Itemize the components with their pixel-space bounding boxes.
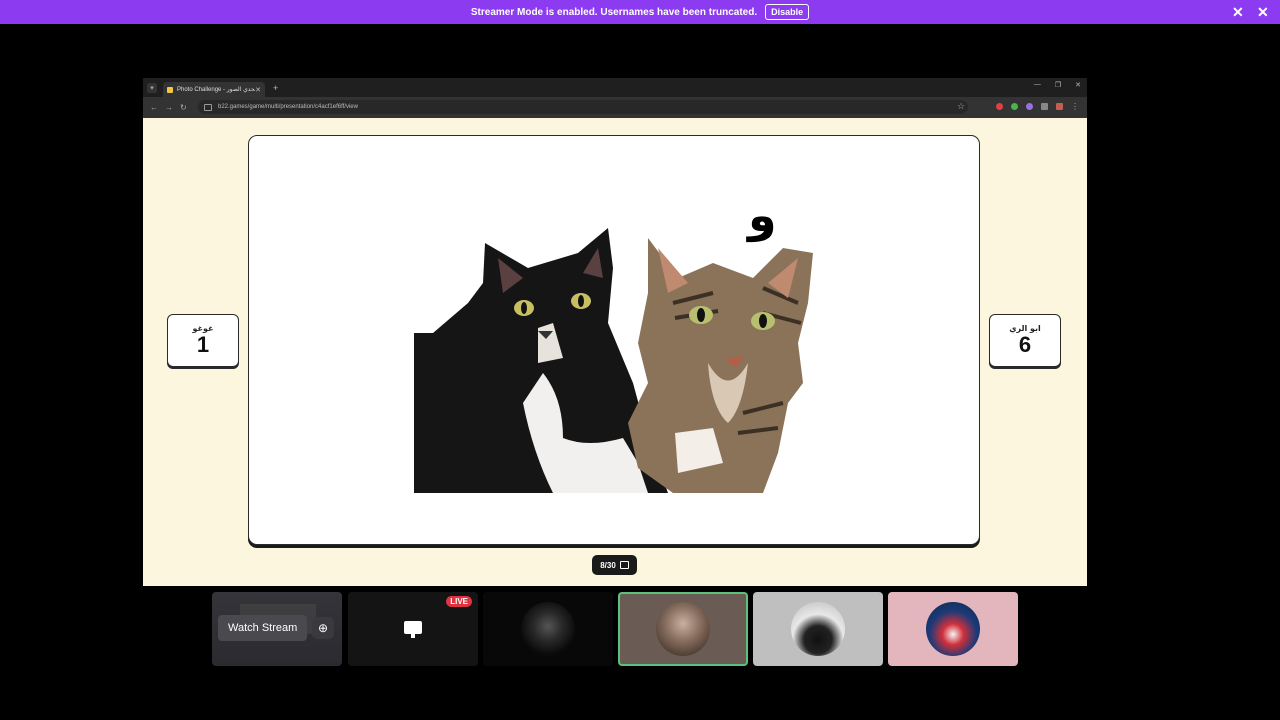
menu-icon[interactable]: ⋮ — [1071, 102, 1079, 111]
watch-stream-button[interactable]: Watch Stream — [218, 615, 308, 641]
bookmark-star-icon[interactable]: ☆ — [957, 101, 965, 112]
browser-tab[interactable]: Photo Challenge - تحدي الصور ✕ — [163, 82, 265, 97]
tab-search-icon[interactable]: ▾ — [147, 82, 157, 93]
back-icon[interactable]: ← — [150, 103, 158, 112]
close-icon[interactable]: ✕ — [1232, 4, 1244, 20]
live-badge: LIVE — [446, 596, 472, 607]
browser-window: ▾ Photo Challenge - تحدي الصور ✕ + — ❐ ✕… — [143, 78, 1087, 586]
player-score: 6 — [1018, 332, 1032, 357]
url-text: b22.games/game/multi/presentation/c4acf1… — [218, 104, 358, 110]
address-bar: ← → ↻ b22.games/game/multi/presentation/… — [143, 97, 1087, 118]
extension-icon[interactable] — [1011, 103, 1018, 110]
screen-share-icon — [404, 621, 422, 634]
disable-button[interactable]: Disable — [765, 4, 810, 20]
image-icon — [619, 561, 629, 569]
avatar — [926, 602, 980, 656]
speaking-participant-tile[interactable] — [618, 592, 748, 666]
counter-text: 8/30 — [600, 560, 616, 570]
participant-tile[interactable] — [888, 592, 1018, 666]
participant-tile[interactable] — [753, 592, 883, 666]
extension-icon[interactable] — [1026, 103, 1033, 110]
add-stream-icon[interactable]: ⊕ — [312, 617, 334, 639]
avatar — [521, 602, 575, 656]
new-tab-icon[interactable]: + — [273, 83, 278, 93]
round-counter: 8/30 — [592, 555, 637, 575]
minimize-icon[interactable]: — — [1034, 81, 1041, 89]
streamer-mode-banner: Streamer Mode is enabled. Usernames have… — [0, 0, 1280, 24]
close-tab-icon[interactable]: ✕ — [255, 86, 261, 94]
screen-share-stand — [411, 634, 415, 638]
site-info-icon[interactable] — [204, 103, 212, 111]
reload-icon[interactable]: ↻ — [180, 103, 187, 112]
avatar — [791, 602, 845, 656]
live-stream-tile[interactable]: LIVE — [348, 592, 478, 666]
restore-icon[interactable]: ❐ — [1055, 81, 1061, 89]
url-field[interactable]: b22.games/game/multi/presentation/c4acf1… — [198, 100, 968, 114]
cats-image — [414, 228, 813, 493]
extensions: ⋮ — [996, 102, 1079, 111]
profile-icon[interactable] — [1056, 103, 1063, 110]
participant-tile[interactable] — [483, 592, 613, 666]
avatar — [656, 602, 710, 656]
watch-stream-tile[interactable]: Watch Stream ⊕ — [212, 592, 342, 666]
extension-icon[interactable] — [996, 103, 1003, 110]
tab-bar: ▾ Photo Challenge - تحدي الصور ✕ + — ❐ ✕ — [143, 78, 1087, 97]
forward-icon[interactable]: → — [165, 103, 173, 112]
player-score: 1 — [196, 332, 210, 357]
puzzle-icon[interactable] — [1041, 103, 1048, 110]
banner-message: Streamer Mode is enabled. Usernames have… — [470, 6, 758, 18]
right-player-score-card: ابو الري 6 — [989, 314, 1061, 367]
window-close-icon[interactable]: ✕ — [1075, 81, 1081, 89]
favicon-icon — [167, 86, 173, 93]
tab-title: Photo Challenge - تحدي الصور — [177, 87, 256, 93]
left-player-score-card: غوغو 1 — [167, 314, 239, 367]
close-icon[interactable]: ✕ — [1257, 4, 1269, 20]
